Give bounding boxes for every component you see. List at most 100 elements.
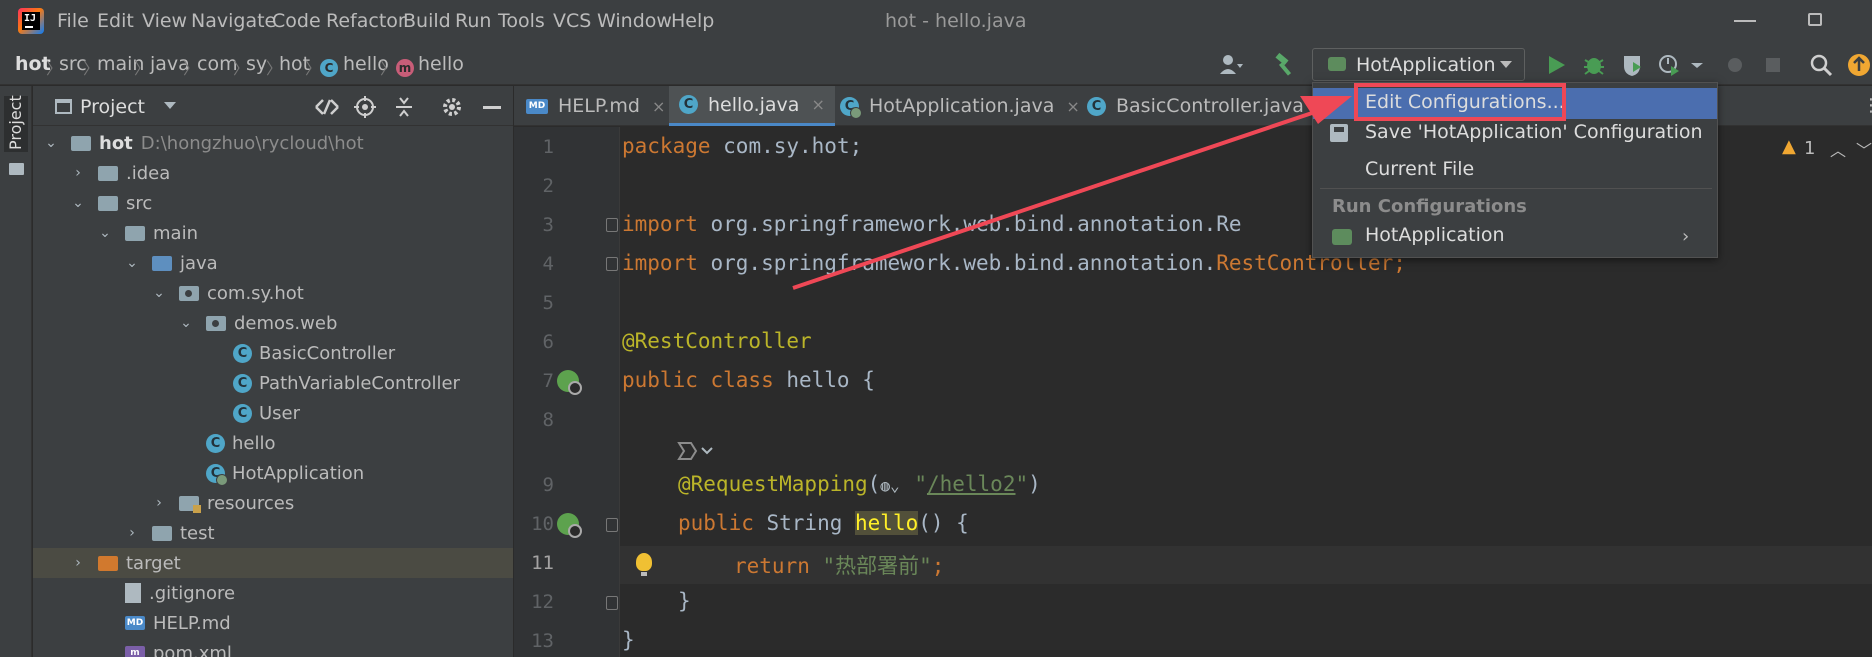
menu-build[interactable]: Build: [403, 10, 451, 32]
breadcrumb-separator-icon: 〉: [134, 59, 151, 78]
menu-navigate[interactable]: Navigate: [191, 10, 276, 32]
tree-item-test[interactable]: › test: [33, 518, 513, 548]
line-number: 13: [531, 630, 554, 652]
menu-vcs[interactable]: VCS: [553, 10, 591, 32]
tab-help-md[interactable]: MD HELP.md ×: [516, 86, 675, 126]
tree-item-java[interactable]: ⌄ java: [33, 248, 513, 278]
run-with-coverage-icon[interactable]: [1619, 52, 1645, 78]
close-icon[interactable]: ×: [652, 97, 665, 116]
tree-item-hotapplication[interactable]: C HotApplication: [33, 458, 513, 488]
tree-item-hello[interactable]: Chello: [33, 428, 513, 458]
more-vertical-icon[interactable]: ⋮: [1862, 95, 1872, 116]
tree-item-resources[interactable]: › resources: [33, 488, 513, 518]
code-line-1: package com.sy.hot;: [622, 134, 863, 158]
menu-tools[interactable]: Tools: [498, 10, 545, 32]
tree-item-pom-xml[interactable]: m pom.xml: [33, 638, 513, 657]
user-account-icon[interactable]: [1218, 52, 1244, 78]
menu-view[interactable]: View: [142, 10, 187, 32]
tree-item-help-md[interactable]: MD HELP.md: [33, 608, 513, 638]
build-hammer-icon[interactable]: [1272, 52, 1298, 78]
select-opened-file-icon[interactable]: [314, 95, 340, 119]
fold-marker-icon[interactable]: [606, 218, 618, 232]
chevron-right-icon[interactable]: ›: [1682, 226, 1689, 247]
chevron-down-icon[interactable]: ﹀: [1856, 137, 1872, 161]
fold-marker-icon[interactable]: [606, 257, 618, 271]
menu-help[interactable]: Help: [671, 10, 714, 32]
warning-count[interactable]: 1: [1804, 138, 1815, 159]
project-panel-title[interactable]: Project: [80, 96, 145, 118]
lightbulb-icon[interactable]: [636, 553, 652, 576]
chevron-up-icon[interactable]: ︿: [1830, 137, 1846, 161]
tree-item-user[interactable]: C User: [33, 398, 513, 428]
restore-window-icon[interactable]: [1808, 13, 1822, 26]
close-icon[interactable]: ×: [811, 95, 824, 114]
breadcrumb-sy[interactable]: sy: [246, 53, 267, 75]
chevron-down-icon: [1500, 61, 1512, 68]
breadcrumb-separator-icon: 〉: [305, 59, 322, 78]
markdown-file-icon: MD: [125, 616, 145, 630]
package-icon: [179, 285, 199, 301]
line-number: 9: [542, 474, 554, 496]
menu-refactor[interactable]: Refactor: [326, 10, 406, 32]
menu-window[interactable]: Window: [597, 10, 672, 32]
menu-run[interactable]: Run: [455, 10, 491, 32]
fold-marker-icon[interactable]: [606, 518, 618, 532]
more-run-options-chevron-icon[interactable]: [1684, 52, 1710, 78]
debug-icon[interactable]: [1581, 52, 1607, 78]
tree-item-basiccontroller[interactable]: C BasicController: [33, 338, 513, 368]
hotapplication-config-item[interactable]: HotApplication: [1365, 224, 1505, 246]
spring-boot-class-icon: C: [206, 463, 228, 486]
gear-icon[interactable]: [440, 95, 464, 119]
spring-bean-gutter-icon[interactable]: [557, 370, 582, 395]
line-number: 6: [542, 331, 554, 353]
attach-debugger-icon[interactable]: [1722, 52, 1748, 78]
menu-code[interactable]: Code: [272, 10, 321, 32]
menu-edit[interactable]: Edit: [97, 10, 134, 32]
project-tool-window-label[interactable]: Project: [6, 95, 25, 150]
stop-icon[interactable]: [1760, 52, 1786, 78]
current-file-item[interactable]: Current File: [1365, 158, 1474, 180]
fold-marker-icon[interactable]: [606, 596, 618, 610]
tab-hotapplication-java[interactable]: C HotApplication.java ×: [830, 86, 1090, 126]
tree-item-src[interactable]: ⌄ src: [33, 188, 513, 218]
minimize-icon[interactable]: [1734, 20, 1756, 22]
tree-item-hot-root[interactable]: ⌄ hot D:\hongzhuo\rycloud\hot: [33, 128, 513, 158]
warning-icon[interactable]: ▲: [1782, 136, 1796, 157]
breadcrumb-method-hello[interactable]: hello: [418, 53, 464, 75]
code-line-10: public String hello() {: [678, 511, 969, 535]
breadcrumb-com[interactable]: com: [197, 53, 238, 75]
class-icon: C: [233, 343, 252, 363]
tree-item-target[interactable]: › target: [33, 548, 513, 578]
update-notification-icon[interactable]: [1846, 52, 1872, 78]
profile-icon[interactable]: [1656, 52, 1682, 78]
menu-file[interactable]: File: [57, 10, 89, 32]
spring-mapping-inlay-icon[interactable]: [676, 439, 716, 463]
window-title: hot - hello.java: [885, 10, 1027, 32]
tab-basiccontroller-java[interactable]: C BasicController.java: [1077, 86, 1314, 126]
chevron-down-icon[interactable]: [163, 101, 177, 111]
search-icon[interactable]: [1808, 52, 1834, 78]
locate-crosshair-icon[interactable]: [353, 95, 377, 119]
tree-item-package-demos-web[interactable]: ⌄ demos.web: [33, 308, 513, 338]
line-number: 12: [531, 591, 554, 613]
source-folder-icon: [152, 255, 172, 271]
line-number: 3: [542, 214, 554, 236]
save-configuration-item[interactable]: Save 'HotApplication' Configuration: [1365, 121, 1703, 143]
tree-item-gitignore[interactable]: .gitignore: [33, 578, 513, 608]
run-icon[interactable]: [1543, 52, 1569, 78]
tree-item-idea[interactable]: › .idea: [33, 158, 513, 188]
spring-endpoint-gutter-icon[interactable]: [557, 513, 582, 538]
editor-gutter: [514, 127, 620, 657]
class-icon: C: [1087, 96, 1106, 116]
tree-item-package-com-sy-hot[interactable]: ⌄ com.sy.hot: [33, 278, 513, 308]
line-number: 4: [542, 253, 554, 275]
tab-hello-java[interactable]: Chello.java ×: [669, 86, 835, 126]
line-number: 10: [531, 513, 554, 535]
globe-icon[interactable]: ◍⌄: [880, 476, 914, 495]
tree-item-main[interactable]: ⌄ main: [33, 218, 513, 248]
folder-icon: [125, 225, 145, 241]
tree-item-pathvariablecontroller[interactable]: C PathVariableController: [33, 368, 513, 398]
line-number: 1: [542, 136, 554, 158]
hide-panel-icon[interactable]: [483, 106, 501, 109]
collapse-all-icon[interactable]: [392, 95, 416, 119]
